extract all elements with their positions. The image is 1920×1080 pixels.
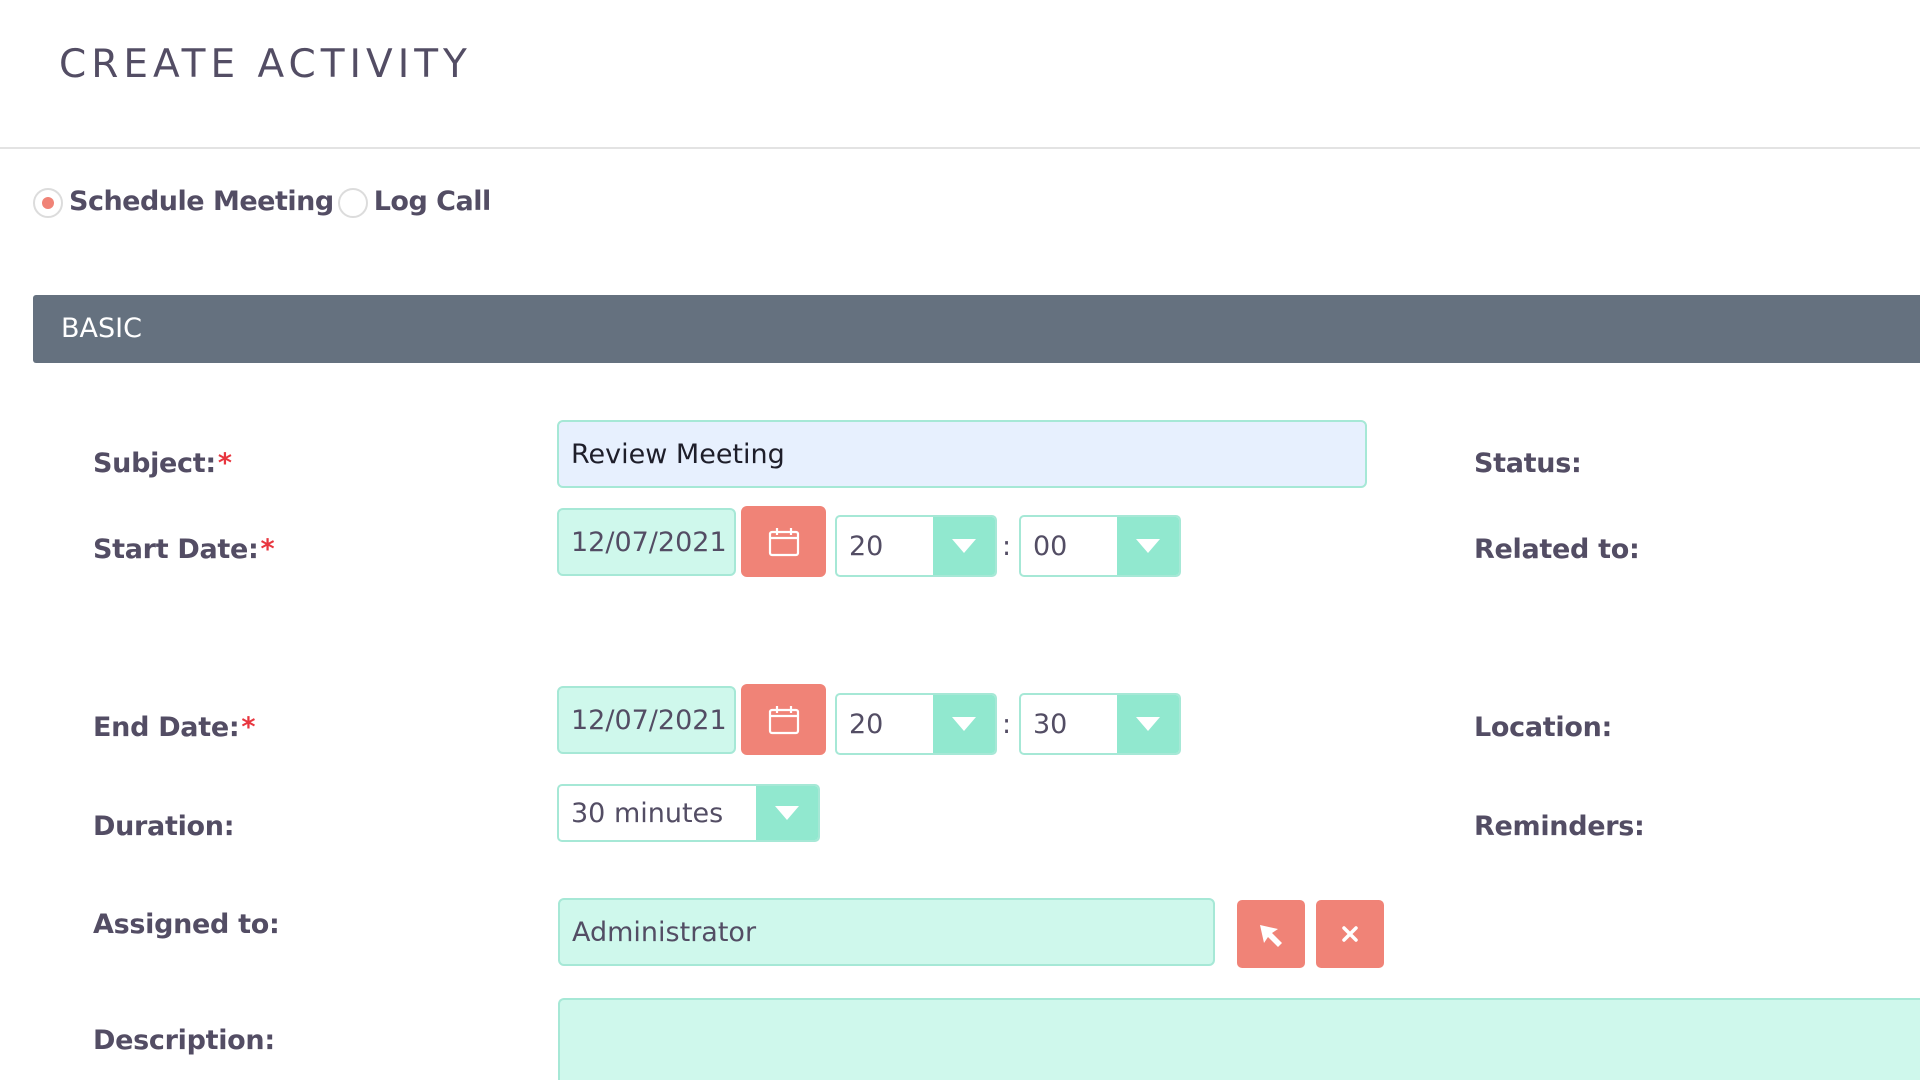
calendar-icon [768, 527, 799, 556]
end-date-label: End Date:* [93, 712, 256, 743]
select-user-button[interactable] [1237, 900, 1305, 968]
activity-type-radio-group: Schedule Meeting Log Call [33, 181, 495, 221]
location-label: Location: [1474, 712, 1613, 743]
assigned-to-input[interactable]: Administrator [558, 898, 1215, 966]
related-to-label: Related to: [1474, 534, 1640, 565]
end-time-separator: : [1002, 709, 1012, 740]
basic-panel-header[interactable]: BASIC [33, 295, 1920, 363]
schedule-meeting-label[interactable]: Schedule Meeting [69, 186, 334, 217]
subject-label: Subject:* [93, 448, 232, 479]
description-label: Description: [93, 1025, 275, 1056]
duration-label: Duration: [93, 811, 235, 842]
chevron-down-icon [1117, 695, 1179, 753]
start-date-input[interactable]: 12/07/2021 [557, 508, 736, 576]
description-textarea[interactable] [558, 998, 1920, 1080]
chevron-down-icon [933, 517, 995, 575]
create-activity-page: CREATE ACTIVITY Schedule Meeting Log Cal… [0, 0, 1920, 1080]
reminders-label: Reminders: [1474, 811, 1645, 842]
start-time-separator: : [1002, 531, 1012, 562]
end-hour-value: 20 [849, 708, 884, 740]
start-minute-value: 00 [1033, 530, 1068, 562]
close-icon [1342, 926, 1358, 942]
select-arrow-cursor-icon [1260, 925, 1282, 947]
end-minute-select[interactable]: 30 [1019, 693, 1181, 755]
basic-panel-title: BASIC [61, 313, 142, 344]
clear-user-button[interactable] [1316, 900, 1384, 968]
log-call-radio[interactable] [337, 188, 368, 218]
log-call-option[interactable]: Log Call [337, 184, 495, 218]
schedule-meeting-radio[interactable] [33, 188, 63, 218]
status-label: Status: [1474, 448, 1582, 479]
title-divider [0, 147, 1920, 149]
duration-select[interactable]: 30 minutes [557, 784, 820, 842]
subject-input[interactable]: Review Meeting [557, 420, 1367, 488]
start-hour-value: 20 [849, 530, 884, 562]
required-mark: * [217, 448, 232, 479]
end-minute-value: 30 [1033, 708, 1068, 740]
duration-value: 30 minutes [571, 797, 724, 829]
chevron-down-icon [933, 695, 995, 753]
start-minute-select[interactable]: 00 [1019, 515, 1181, 577]
end-date-calendar-button[interactable] [741, 684, 826, 755]
end-hour-select[interactable]: 20 [835, 693, 997, 755]
calendar-icon [768, 705, 799, 734]
start-date-label: Start Date:* [93, 534, 275, 565]
page-title: CREATE ACTIVITY [59, 42, 472, 87]
start-hour-select[interactable]: 20 [835, 515, 997, 577]
schedule-meeting-option[interactable]: Schedule Meeting [33, 184, 338, 218]
required-mark: * [260, 534, 275, 565]
required-mark: * [241, 712, 256, 743]
end-date-input[interactable]: 12/07/2021 [557, 686, 736, 754]
chevron-down-icon [756, 786, 818, 840]
chevron-down-icon [1117, 517, 1179, 575]
start-date-calendar-button[interactable] [741, 506, 826, 577]
log-call-label[interactable]: Log Call [374, 186, 492, 217]
assigned-to-label: Assigned to: [93, 909, 280, 940]
